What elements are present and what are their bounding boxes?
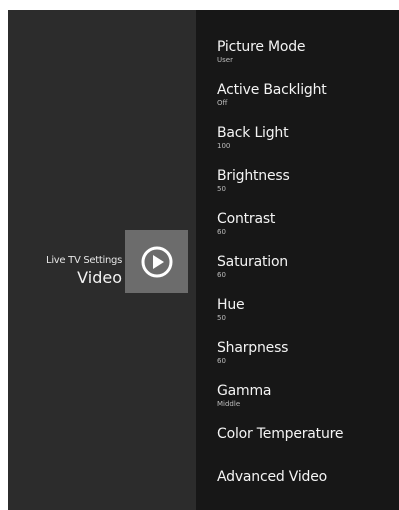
menu-item-gamma[interactable]: Gamma Middle [217,382,343,425]
tv-settings-screen: Live TV Settings Video Picture Mode User… [8,10,399,510]
menu-item-brightness[interactable]: Brightness 50 [217,167,343,210]
menu-item-back-light[interactable]: Back Light 100 [217,124,343,167]
menu-item-label: Advanced Video [217,469,328,485]
menu-item-value: 60 [217,271,226,279]
menu-item-value: 60 [217,228,226,236]
menu-item-value: Middle [217,400,241,408]
menu-item-value: Off [217,99,228,107]
menu-item-label: Hue [217,297,245,313]
menu-item-label: Color Temperature [217,426,344,442]
menu-item-contrast[interactable]: Contrast 60 [217,210,343,253]
menu-item-value: 50 [217,185,226,193]
menu-item-label: Sharpness [217,340,289,356]
menu-item-label: Saturation [217,254,288,270]
menu-item-advanced-video[interactable]: Advanced Video [217,468,343,510]
menu-item-picture-mode[interactable]: Picture Mode User [217,38,343,81]
section-heading: Live TV Settings Video [46,255,122,288]
section-icon-tile [125,230,188,293]
menu-item-value: User [217,56,233,64]
menu-item-sharpness[interactable]: Sharpness 60 [217,339,343,382]
menu-item-saturation[interactable]: Saturation 60 [217,253,343,296]
menu-item-label: Gamma [217,383,272,399]
settings-menu-panel: Picture Mode User Active Backlight Off B… [196,10,399,510]
menu-item-color-temperature[interactable]: Color Temperature [217,425,343,468]
menu-item-label: Active Backlight [217,82,327,98]
menu-item-active-backlight[interactable]: Active Backlight Off [217,81,343,124]
menu-item-label: Brightness [217,168,290,184]
section-panel: Live TV Settings Video [8,10,196,510]
menu-item-label: Back Light [217,125,289,141]
menu-item-hue[interactable]: Hue 50 [217,296,343,339]
settings-menu: Picture Mode User Active Backlight Off B… [217,38,343,510]
menu-item-label: Contrast [217,211,276,227]
play-circle-icon [141,246,172,277]
menu-item-label: Picture Mode [217,39,306,55]
section-title: Video [77,268,122,287]
menu-item-value: 60 [217,357,226,365]
menu-item-value: 50 [217,314,226,322]
menu-item-value: 100 [217,142,231,150]
section-subtitle: Live TV Settings [46,255,122,266]
top-edge-strip [0,0,399,10]
